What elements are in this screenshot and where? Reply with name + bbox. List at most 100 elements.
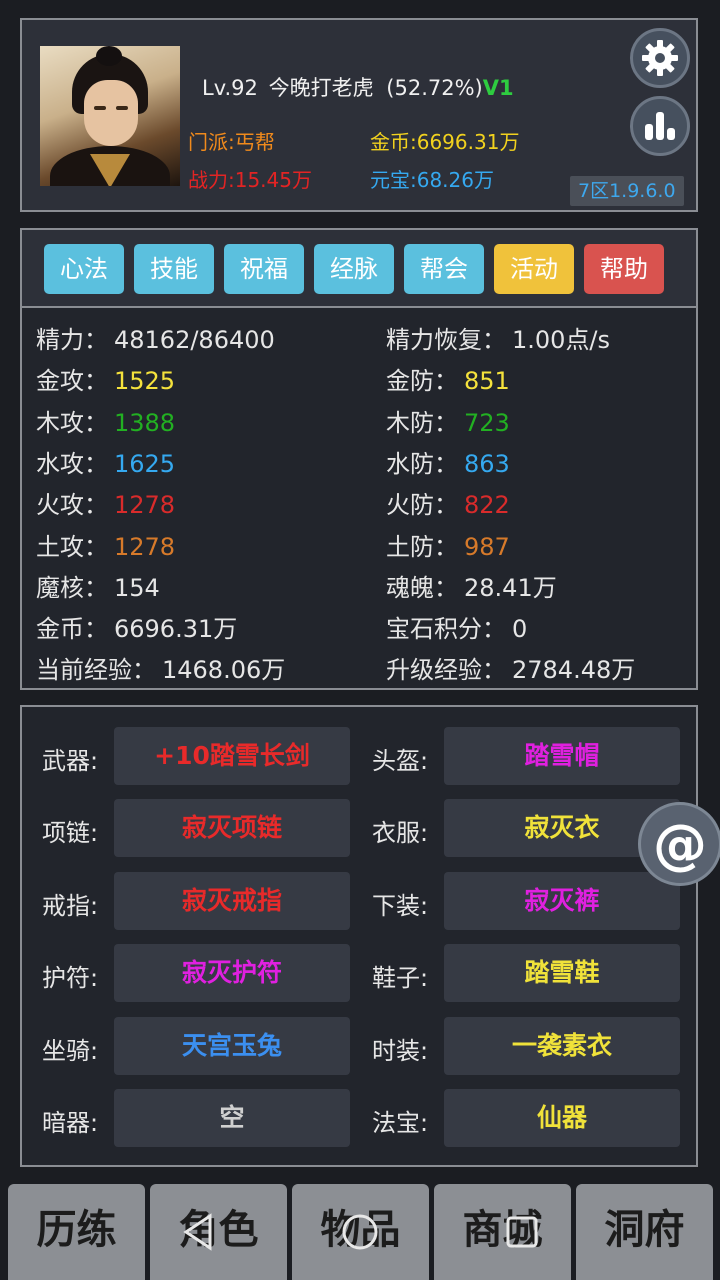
vip-badge: V1 — [482, 76, 514, 100]
stat-label: 升级经验： — [386, 656, 506, 685]
equip-item-button[interactable]: 天宫玉兔 — [114, 1016, 350, 1075]
character-header-panel: Lv.92 今晚打老虎 (52.72%)V1 门派:丐帮 战力:15.45万 金… — [20, 18, 698, 212]
equip-item-button[interactable]: 一袭素衣 — [444, 1016, 680, 1075]
equip-slot-label: 武器: — [42, 747, 99, 775]
stat-value: 1625 — [114, 449, 176, 478]
stats-panel: 心法 技能 祝福 经脉 帮会 活动 帮助 精力： 48162/86400 金攻： 15… — [20, 228, 698, 690]
stat-value: 1388 — [114, 408, 176, 437]
stat-row: 金防： 851 — [386, 361, 510, 396]
stat-value: 723 — [464, 408, 510, 437]
settings-button[interactable] — [630, 28, 690, 88]
stat-value: 0 — [512, 615, 528, 644]
recents-square-icon[interactable] — [502, 1212, 542, 1252]
stat-row: 升级经验： 2784.48万 — [386, 650, 635, 685]
server-version-badge: 7区1.9.6.0 — [570, 176, 684, 206]
stat-row: 魔核： 154 — [36, 568, 160, 603]
stat-row: 木攻： 1388 — [36, 403, 175, 438]
equip-item-button[interactable]: 空 — [114, 1089, 350, 1147]
stat-row: 木防： 723 — [386, 403, 510, 438]
stat-label: 土攻： — [36, 532, 108, 561]
equip-item-button[interactable]: 寂灭护符 — [114, 944, 350, 1003]
yuanbao-text: 元宝:68.26万 — [370, 168, 494, 192]
stat-label: 魔核： — [36, 573, 108, 602]
ranking-button[interactable] — [630, 96, 690, 156]
tab-meridians[interactable]: 经脉 — [314, 244, 394, 294]
equip-slot-label: 鞋子: — [372, 964, 429, 993]
equip-slot-label: 坐骑: — [42, 1036, 99, 1065]
tab-events[interactable]: 活动 — [494, 244, 574, 294]
stat-value: 822 — [464, 491, 510, 520]
equip-item-button[interactable]: 寂灭戒指 — [114, 871, 350, 930]
stat-row: 土防： 987 — [386, 527, 510, 562]
equip-slot-label: 法宝: — [372, 1109, 429, 1137]
tab-xinfa[interactable]: 心法 — [44, 244, 124, 294]
equip-slot-label: 护符: — [42, 964, 99, 993]
equip-slot-label: 时装: — [372, 1036, 429, 1065]
back-triangle-icon[interactable] — [180, 1212, 220, 1252]
stat-value: 1525 — [114, 367, 176, 396]
stat-row: 宝石积分： 0 — [386, 609, 527, 644]
at-icon: @ — [653, 812, 707, 876]
stat-label: 木防： — [386, 408, 458, 437]
equip-item-button[interactable]: 踏雪鞋 — [444, 944, 680, 1003]
stat-value: 1278 — [114, 532, 176, 561]
equip-slot-label: 头盔: — [372, 747, 429, 775]
tab-skills[interactable]: 技能 — [134, 244, 214, 294]
nav-trials[interactable]: 历练 — [8, 1184, 145, 1280]
stat-value: 48162/86400 — [114, 326, 275, 354]
stat-row: 精力： 48162/86400 — [36, 320, 275, 355]
stat-label: 精力恢复： — [386, 326, 506, 354]
tab-help[interactable]: 帮助 — [584, 244, 664, 294]
equip-slot-label: 项链: — [42, 819, 99, 848]
tab-guild[interactable]: 帮会 — [404, 244, 484, 294]
stat-label: 当前经验： — [36, 656, 156, 685]
equip-slot-label: 衣服: — [372, 819, 429, 848]
level-text: Lv.92 — [202, 76, 258, 100]
equip-item-button[interactable]: 寂灭裤 — [444, 871, 680, 930]
equip-item-button[interactable]: +10踏雪长剑 — [114, 727, 350, 785]
exp-percent: (52.72%) — [386, 76, 483, 100]
stat-row: 金攻： 1525 — [36, 361, 175, 396]
stat-value: 863 — [464, 449, 510, 478]
stat-value: 28.41万 — [464, 573, 557, 602]
stat-label: 火防： — [386, 491, 458, 520]
stat-row: 土攻： 1278 — [36, 527, 175, 562]
character-avatar[interactable] — [40, 46, 180, 186]
stat-label: 水防： — [386, 449, 458, 478]
equip-item-button[interactable]: 寂灭项链 — [114, 799, 350, 858]
function-tabs: 心法 技能 祝福 经脉 帮会 活动 帮助 — [22, 230, 696, 308]
player-name: 今晚打老虎 — [268, 76, 374, 100]
stat-label: 金防： — [386, 367, 458, 396]
stat-label: 宝石积分： — [386, 615, 506, 644]
stat-label: 魂魄： — [386, 573, 458, 602]
at-button[interactable]: @ — [638, 802, 720, 886]
stat-label: 精力： — [36, 326, 108, 354]
equip-item-button[interactable]: 踏雪帽 — [444, 727, 680, 785]
stat-row: 金币： 6696.31万 — [36, 609, 237, 644]
equip-slot-label: 戒指: — [42, 891, 99, 920]
tab-blessing[interactable]: 祝福 — [224, 244, 304, 294]
stat-row: 火攻： 1278 — [36, 485, 175, 520]
sect-text: 门派:丐帮 — [188, 130, 275, 154]
stat-value: 1278 — [114, 491, 176, 520]
stat-row: 当前经验： 1468.06万 — [36, 650, 285, 685]
home-circle-icon[interactable] — [340, 1212, 380, 1252]
stat-label: 土防： — [386, 532, 458, 561]
equip-item-button[interactable]: 仙器 — [444, 1089, 680, 1147]
stat-label: 木攻： — [36, 408, 108, 437]
equip-slot-label: 下装: — [372, 891, 429, 920]
stat-value: 987 — [464, 532, 510, 561]
gold-text: 金币:6696.31万 — [370, 130, 520, 154]
stat-row: 水防： 863 — [386, 444, 510, 479]
nav-cave[interactable]: 洞府 — [576, 1184, 713, 1280]
equip-slot-label: 暗器: — [42, 1109, 99, 1137]
stat-value: 1468.06万 — [162, 656, 286, 685]
power-text: 战力:15.45万 — [188, 168, 312, 192]
stat-row: 水攻： 1625 — [36, 444, 175, 479]
equipment-panel: 武器: +10踏雪长剑项链: 寂灭项链戒指: 寂灭戒指护符: 寂灭护符坐骑: 天宫玉兔暗器… — [20, 705, 698, 1167]
stat-label: 水攻： — [36, 449, 108, 478]
stat-value: 6696.31万 — [114, 615, 238, 644]
stat-label: 金币： — [36, 615, 108, 644]
stat-value: 2784.48万 — [512, 656, 636, 685]
stat-label: 火攻： — [36, 491, 108, 520]
